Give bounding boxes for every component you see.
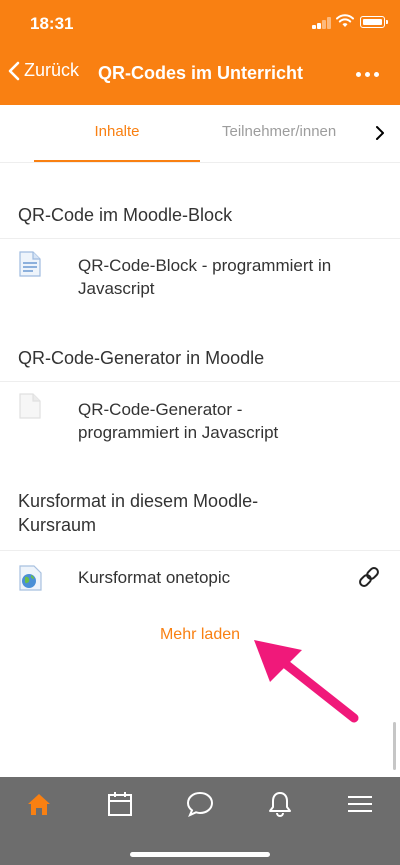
activity-label: QR-Code-Generator - programmiert in Java… [78,400,279,442]
divider [0,550,400,551]
battery-icon [360,16,388,28]
notifications-icon[interactable] [268,791,292,817]
dot-icon [374,72,379,77]
dot-icon [356,72,361,77]
wifi-icon [336,14,354,27]
nav-bar: Zurück QR-Codes im Unterricht [0,52,400,96]
cell-signal-icon [312,17,332,29]
activity-label: Kursformat onetopic [78,568,231,587]
home-icon[interactable] [26,791,52,817]
section-title: QR-Code im Moodle-Block [18,205,233,225]
activity-label: QR-Code-Block - programmiert in Javascri… [78,256,332,298]
status-bar: 18:31 [0,0,400,48]
link-icon[interactable] [356,564,382,590]
chevron-left-icon [8,61,20,80]
calendar-icon[interactable] [107,791,133,817]
messages-icon[interactable] [186,791,214,817]
scrollbar[interactable] [393,722,396,770]
divider [0,238,400,239]
activity-item[interactable]: QR-Code-Generator - programmiert in Java… [0,392,400,452]
back-button[interactable]: Zurück [8,60,79,81]
more-options-button[interactable] [356,72,379,77]
status-time: 18:31 [30,14,74,33]
home-indicator[interactable] [130,852,270,857]
page-title: QR-Codes im Unterricht [98,63,304,83]
page-icon [19,251,41,277]
tab-contents[interactable]: Inhalte [34,123,200,140]
app-header: 18:31 Zurück QR-Codes im Unterricht [0,0,400,105]
dot-icon [365,72,370,77]
url-globe-icon [19,565,42,591]
course-tabs: Inhalte Teilnehmer/innen [0,105,400,163]
section-title: QR-Code-Generator in Moodle [18,348,265,368]
active-tab-indicator [34,160,200,162]
activity-item[interactable]: QR-Code-Block - programmiert in Javascri… [0,250,400,310]
tab-participants[interactable]: Teilnehmer/innen [222,123,336,140]
activity-item[interactable]: Kursformat onetopic [0,558,400,598]
chevron-right-icon[interactable] [375,125,385,141]
annotation-arrow-icon [254,640,359,723]
page-icon [19,393,41,419]
divider [0,381,400,382]
menu-icon[interactable] [347,791,373,817]
section-title: Kursformat in diesem Moodle-Kursraum [18,491,259,535]
back-label: Zurück [24,60,80,80]
